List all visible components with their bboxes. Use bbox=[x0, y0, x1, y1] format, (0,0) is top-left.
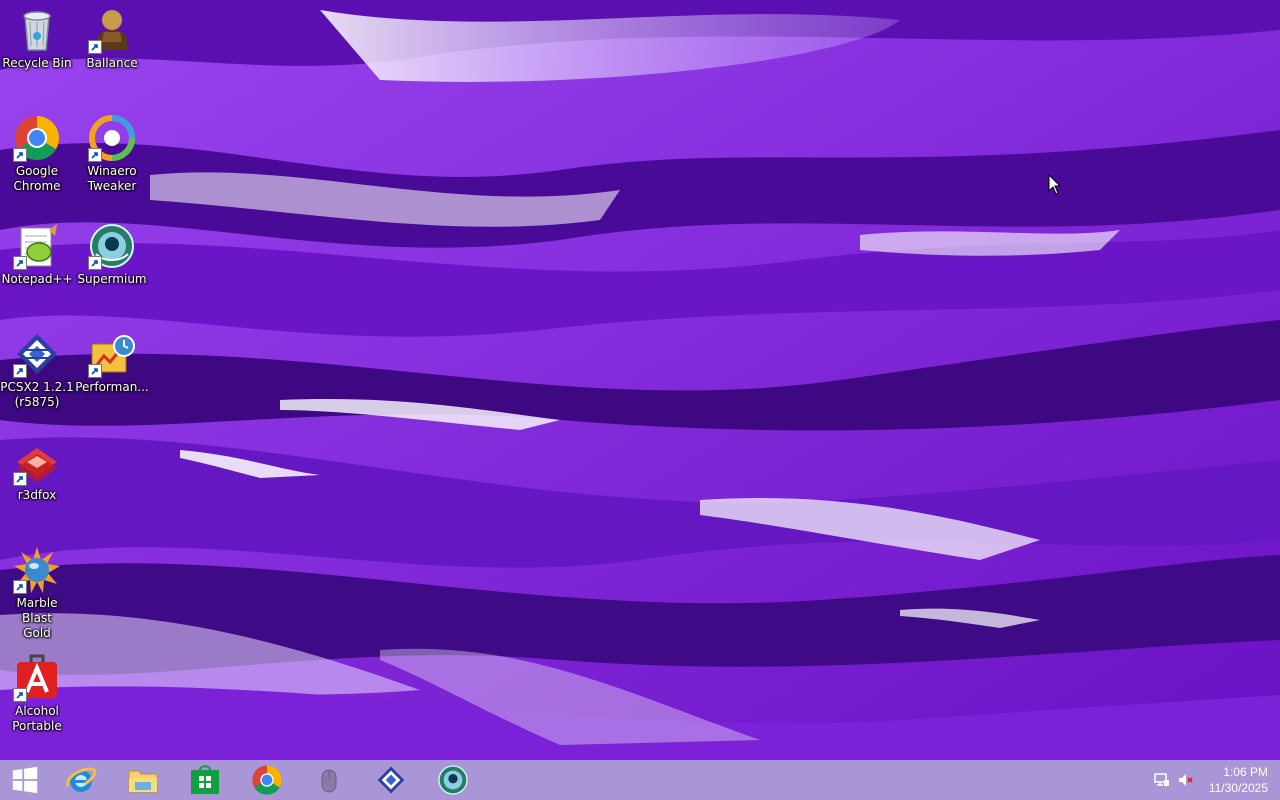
pcsx2-icon bbox=[377, 766, 405, 794]
taskbar-pcsx2[interactable] bbox=[362, 760, 420, 800]
alcohol-portable-icon bbox=[13, 654, 61, 702]
desktop-icon-notepad-plus-plus[interactable]: Notepad++ bbox=[0, 216, 74, 287]
shortcut-arrow-icon bbox=[88, 148, 102, 162]
taskbar-store[interactable] bbox=[176, 760, 234, 800]
desktop[interactable]: Recycle Bin Ballance Google Chrome Winae… bbox=[0, 0, 1280, 760]
chrome-icon bbox=[13, 114, 61, 162]
desktop-icon-alcohol-portable[interactable]: Alcohol Portable bbox=[0, 648, 74, 734]
store-icon bbox=[191, 765, 219, 794]
notepad-plus-plus-icon bbox=[13, 222, 61, 270]
pcsx2-icon bbox=[13, 330, 61, 378]
shortcut-arrow-icon bbox=[13, 472, 27, 486]
desktop-icon-label: Google Chrome bbox=[13, 164, 61, 193]
wallpaper bbox=[0, 0, 1280, 760]
desktop-icon-label: Performan... bbox=[75, 380, 149, 394]
system-tray: 1:06 PM 11/30/2025 bbox=[1140, 760, 1280, 800]
clock[interactable]: 1:06 PM 11/30/2025 bbox=[1198, 764, 1268, 796]
supermium-icon bbox=[88, 222, 136, 270]
desktop-icon-label: r3dfox bbox=[17, 488, 57, 502]
desktop-icon-label: Recycle Bin bbox=[2, 56, 72, 70]
shortcut-arrow-icon bbox=[13, 580, 27, 594]
shortcut-arrow-icon bbox=[88, 364, 102, 378]
desktop-icon-ballance[interactable]: Ballance bbox=[75, 0, 149, 71]
clock-date: 11/30/2025 bbox=[1208, 781, 1268, 795]
shortcut-arrow-icon bbox=[13, 364, 27, 378]
network-icon[interactable] bbox=[1154, 772, 1170, 788]
desktop-icon-label: PCSX2 1.2.1 (r5875) bbox=[0, 380, 74, 409]
taskbar-mouse-app[interactable] bbox=[300, 760, 358, 800]
marble-blast-gold-icon bbox=[13, 546, 61, 594]
desktop-icon-label: Ballance bbox=[86, 56, 138, 70]
desktop-icon-google-chrome[interactable]: Google Chrome bbox=[0, 108, 74, 194]
desktop-icon-supermium[interactable]: Supermium bbox=[75, 216, 149, 287]
taskbar-internet-explorer[interactable] bbox=[52, 760, 110, 800]
winaero-tweaker-icon bbox=[88, 114, 136, 162]
shortcut-arrow-icon bbox=[13, 256, 27, 270]
internet-explorer-icon bbox=[66, 767, 97, 792]
taskbar-google-chrome[interactable] bbox=[238, 760, 296, 800]
folder-icon bbox=[128, 770, 158, 793]
desktop-icon-label: Marble Blast Gold bbox=[16, 596, 58, 640]
supermium-icon bbox=[438, 765, 468, 795]
desktop-icon-pcsx2[interactable]: PCSX2 1.2.1 (r5875) bbox=[0, 324, 74, 410]
desktop-icon-r3dfox[interactable]: r3dfox bbox=[0, 432, 74, 503]
desktop-icon-recycle-bin[interactable]: Recycle Bin bbox=[0, 0, 74, 71]
desktop-icon-performance[interactable]: Performan... bbox=[75, 324, 149, 395]
desktop-icon-winaero-tweaker[interactable]: Winaero Tweaker bbox=[75, 108, 149, 194]
desktop-icon-label: Alcohol Portable bbox=[12, 704, 62, 733]
taskbar-supermium[interactable] bbox=[424, 760, 482, 800]
desktop-icon-label: Supermium bbox=[77, 272, 147, 286]
shortcut-arrow-icon bbox=[13, 148, 27, 162]
start-button[interactable] bbox=[0, 760, 54, 800]
shortcut-arrow-icon bbox=[13, 688, 27, 702]
taskbar: 1:06 PM 11/30/2025 bbox=[0, 760, 1280, 800]
chrome-icon bbox=[252, 765, 282, 795]
ballance-icon bbox=[88, 6, 136, 54]
recycle-bin-icon bbox=[13, 6, 61, 54]
clock-time: 1:06 PM bbox=[1223, 765, 1268, 779]
taskbar-file-explorer[interactable] bbox=[114, 760, 172, 800]
windows-logo-icon bbox=[12, 766, 38, 794]
shortcut-arrow-icon bbox=[88, 256, 102, 270]
shortcut-arrow-icon bbox=[88, 40, 102, 54]
desktop-icon-label: Notepad++ bbox=[1, 272, 73, 286]
r3dfox-icon bbox=[13, 438, 61, 486]
mouse-cursor-icon bbox=[1048, 174, 1062, 195]
performance-icon bbox=[88, 330, 136, 378]
desktop-icon-label: Winaero Tweaker bbox=[87, 164, 137, 193]
volume-muted-icon[interactable] bbox=[1178, 772, 1194, 788]
desktop-icon-marble-blast-gold[interactable]: Marble Blast Gold bbox=[0, 540, 74, 641]
mouse-icon bbox=[321, 769, 337, 793]
